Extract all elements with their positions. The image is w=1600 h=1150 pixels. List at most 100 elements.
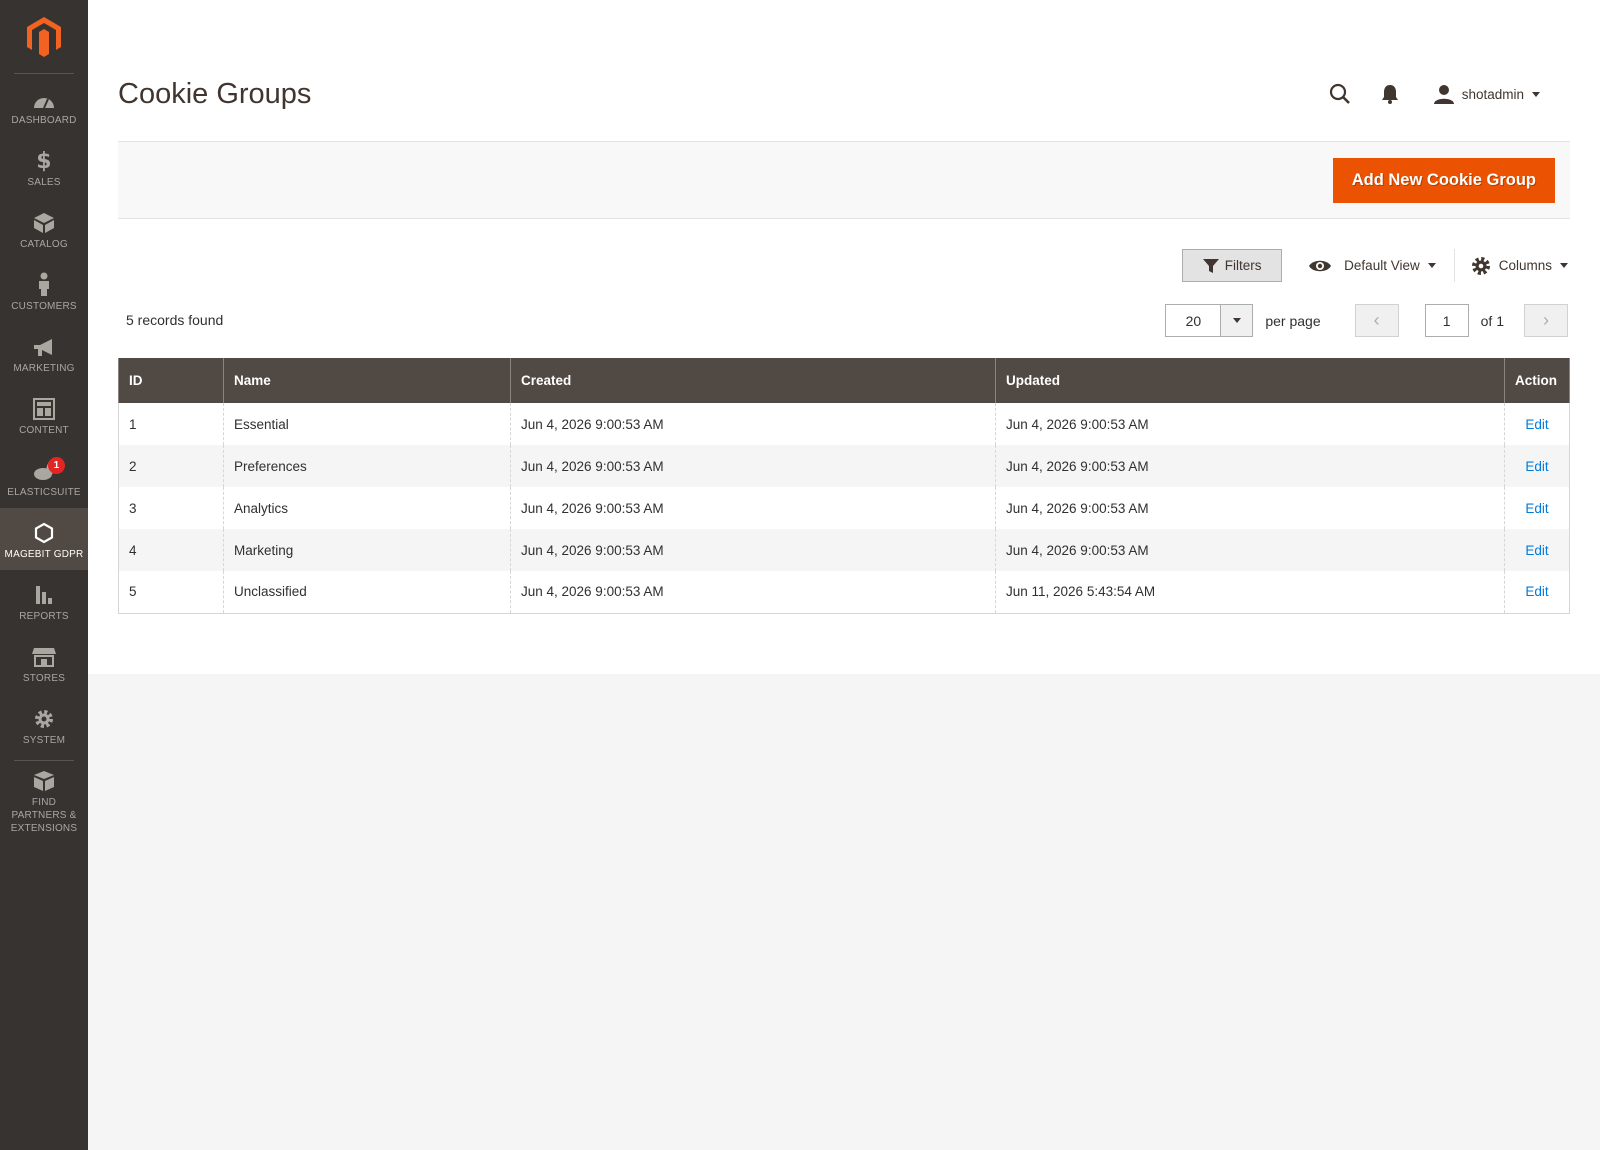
chevron-down-icon	[1232, 318, 1241, 323]
cell-updated: Jun 4, 2026 9:00:53 AM	[995, 403, 1505, 445]
sidebar-divider	[14, 760, 74, 761]
layout-icon	[33, 397, 55, 420]
svg-text:$: $	[36, 149, 52, 172]
sidebar-item-elasticsuite[interactable]: 1 ELASTICSUITE	[0, 446, 88, 508]
cell-id: 1	[118, 403, 224, 445]
gear-icon	[35, 709, 53, 728]
chevron-left-icon: ‹	[1373, 310, 1380, 330]
sidebar-item-content[interactable]: CONTENT	[0, 384, 88, 446]
cell-name: Unclassified	[223, 571, 511, 614]
sidebar-item-find-partners[interactable]: FIND PARTNERS & EXTENSIONS	[0, 765, 88, 835]
cell-id: 4	[118, 529, 224, 571]
sidebar-item-magebit-gdpr[interactable]: MAGEBIT GDPR	[0, 508, 88, 570]
current-page-input[interactable]: 1	[1424, 304, 1469, 337]
column-header-action: Action	[1504, 358, 1570, 403]
admin-sidebar: DASHBOARD $ SALES CATALOG CUSTOMERS MARK…	[0, 0, 88, 1150]
cell-name: Preferences	[223, 445, 511, 487]
cell-name: Essential	[223, 403, 511, 445]
chevron-down-icon	[1560, 263, 1568, 268]
filters-button[interactable]: Filters	[1182, 249, 1283, 282]
chevron-right-icon: ›	[1543, 310, 1549, 330]
cell-id: 2	[118, 445, 224, 487]
header-actions: shotadmin	[1310, 80, 1540, 108]
cell-updated: Jun 4, 2026 9:00:53 AM	[995, 445, 1505, 487]
megaphone-icon	[34, 338, 52, 356]
sidebar-item-customers[interactable]: CUSTOMERS	[0, 260, 88, 322]
search-icon	[1329, 83, 1350, 104]
cell-updated: Jun 11, 2026 5:43:54 AM	[995, 571, 1505, 614]
pagination: 20 per page ‹ 1 of 1 ›	[1165, 304, 1568, 337]
edit-link[interactable]: Edit	[1525, 417, 1548, 432]
store-icon	[32, 647, 56, 667]
cell-action: Edit	[1504, 445, 1570, 487]
bar-chart-icon	[36, 585, 52, 604]
previous-page-button[interactable]: ‹	[1354, 304, 1399, 337]
table-row[interactable]: 4 Marketing Jun 4, 2026 9:00:53 AM Jun 4…	[118, 529, 1570, 571]
table-row[interactable]: 5 Unclassified Jun 4, 2026 9:00:53 AM Ju…	[118, 571, 1570, 614]
table-row[interactable]: 2 Preferences Jun 4, 2026 9:00:53 AM Jun…	[118, 445, 1570, 487]
cell-created: Jun 4, 2026 9:00:53 AM	[510, 571, 996, 614]
grid-toolbar: Filters Default View Columns	[1182, 249, 1568, 282]
cell-id: 5	[118, 571, 224, 614]
column-header-updated[interactable]: Updated	[995, 358, 1505, 403]
person-icon	[39, 272, 49, 296]
dashboard-icon	[34, 97, 54, 108]
sidebar-item-stores[interactable]: STORES	[0, 632, 88, 694]
column-header-name[interactable]: Name	[223, 358, 511, 403]
column-header-id[interactable]: ID	[118, 358, 224, 403]
user-account-menu[interactable]: shotadmin	[1433, 84, 1540, 104]
per-page-select[interactable]: 20	[1165, 304, 1254, 337]
next-page-button[interactable]: ›	[1524, 304, 1568, 337]
sidebar-item-dashboard[interactable]: DASHBOARD	[0, 74, 88, 136]
notifications-button[interactable]	[1370, 80, 1410, 108]
cell-action: Edit	[1504, 487, 1570, 529]
bell-icon	[1381, 85, 1398, 104]
per-page-value: 20	[1185, 312, 1202, 329]
cell-id: 3	[118, 487, 224, 529]
cubes-icon	[34, 770, 54, 791]
page-actions-bar: Add New Cookie Group	[118, 141, 1570, 219]
cookie-groups-grid: ID Name Created Updated Action 1 Essenti…	[118, 358, 1570, 614]
add-new-cookie-group-button[interactable]: Add New Cookie Group	[1332, 158, 1555, 203]
table-header-row: ID Name Created Updated Action	[118, 358, 1570, 403]
gear-icon	[1471, 256, 1490, 275]
cell-action: Edit	[1504, 571, 1570, 614]
table-row[interactable]: 3 Analytics Jun 4, 2026 9:00:53 AM Jun 4…	[118, 487, 1570, 529]
cell-name: Marketing	[223, 529, 511, 571]
sidebar-item-catalog[interactable]: CATALOG	[0, 198, 88, 260]
eye-icon	[1309, 260, 1332, 271]
magento-logo-icon	[27, 16, 61, 57]
columns-dropdown[interactable]: Columns	[1471, 256, 1568, 276]
edit-link[interactable]: Edit	[1525, 501, 1548, 516]
cell-updated: Jun 4, 2026 9:00:53 AM	[995, 487, 1505, 529]
magento-logo[interactable]	[14, 0, 74, 74]
per-page-dropdown-button[interactable]	[1220, 305, 1253, 336]
notification-badge: 1	[48, 457, 65, 474]
edit-link[interactable]: Edit	[1525, 543, 1548, 558]
chevron-down-icon	[1427, 263, 1436, 268]
page-title: Cookie Groups	[118, 78, 312, 110]
chevron-down-icon	[1532, 91, 1540, 97]
box-icon	[34, 212, 54, 233]
cell-action: Edit	[1504, 529, 1570, 571]
sidebar-item-system[interactable]: SYSTEM	[0, 694, 88, 756]
cell-updated: Jun 4, 2026 9:00:53 AM	[995, 529, 1505, 571]
edit-link[interactable]: Edit	[1525, 459, 1548, 474]
table-row[interactable]: 1 Essential Jun 4, 2026 9:00:53 AM Jun 4…	[118, 403, 1570, 445]
dollar-icon: $	[36, 149, 52, 172]
cell-created: Jun 4, 2026 9:00:53 AM	[510, 487, 996, 529]
search-button[interactable]	[1320, 80, 1360, 108]
edit-link[interactable]: Edit	[1525, 584, 1548, 599]
cell-name: Analytics	[223, 487, 511, 529]
cell-created: Jun 4, 2026 9:00:53 AM	[510, 529, 996, 571]
sidebar-item-reports[interactable]: REPORTS	[0, 570, 88, 632]
default-view-dropdown[interactable]: Default View	[1308, 249, 1455, 282]
records-count: 5 records found	[126, 312, 224, 328]
hexagon-icon	[34, 522, 54, 543]
sidebar-item-marketing[interactable]: MARKETING	[0, 322, 88, 384]
column-header-created[interactable]: Created	[510, 358, 996, 403]
sidebar-item-sales[interactable]: $ SALES	[0, 136, 88, 198]
filter-icon	[1202, 258, 1219, 273]
cell-created: Jun 4, 2026 9:00:53 AM	[510, 445, 996, 487]
username: shotadmin	[1461, 86, 1524, 102]
